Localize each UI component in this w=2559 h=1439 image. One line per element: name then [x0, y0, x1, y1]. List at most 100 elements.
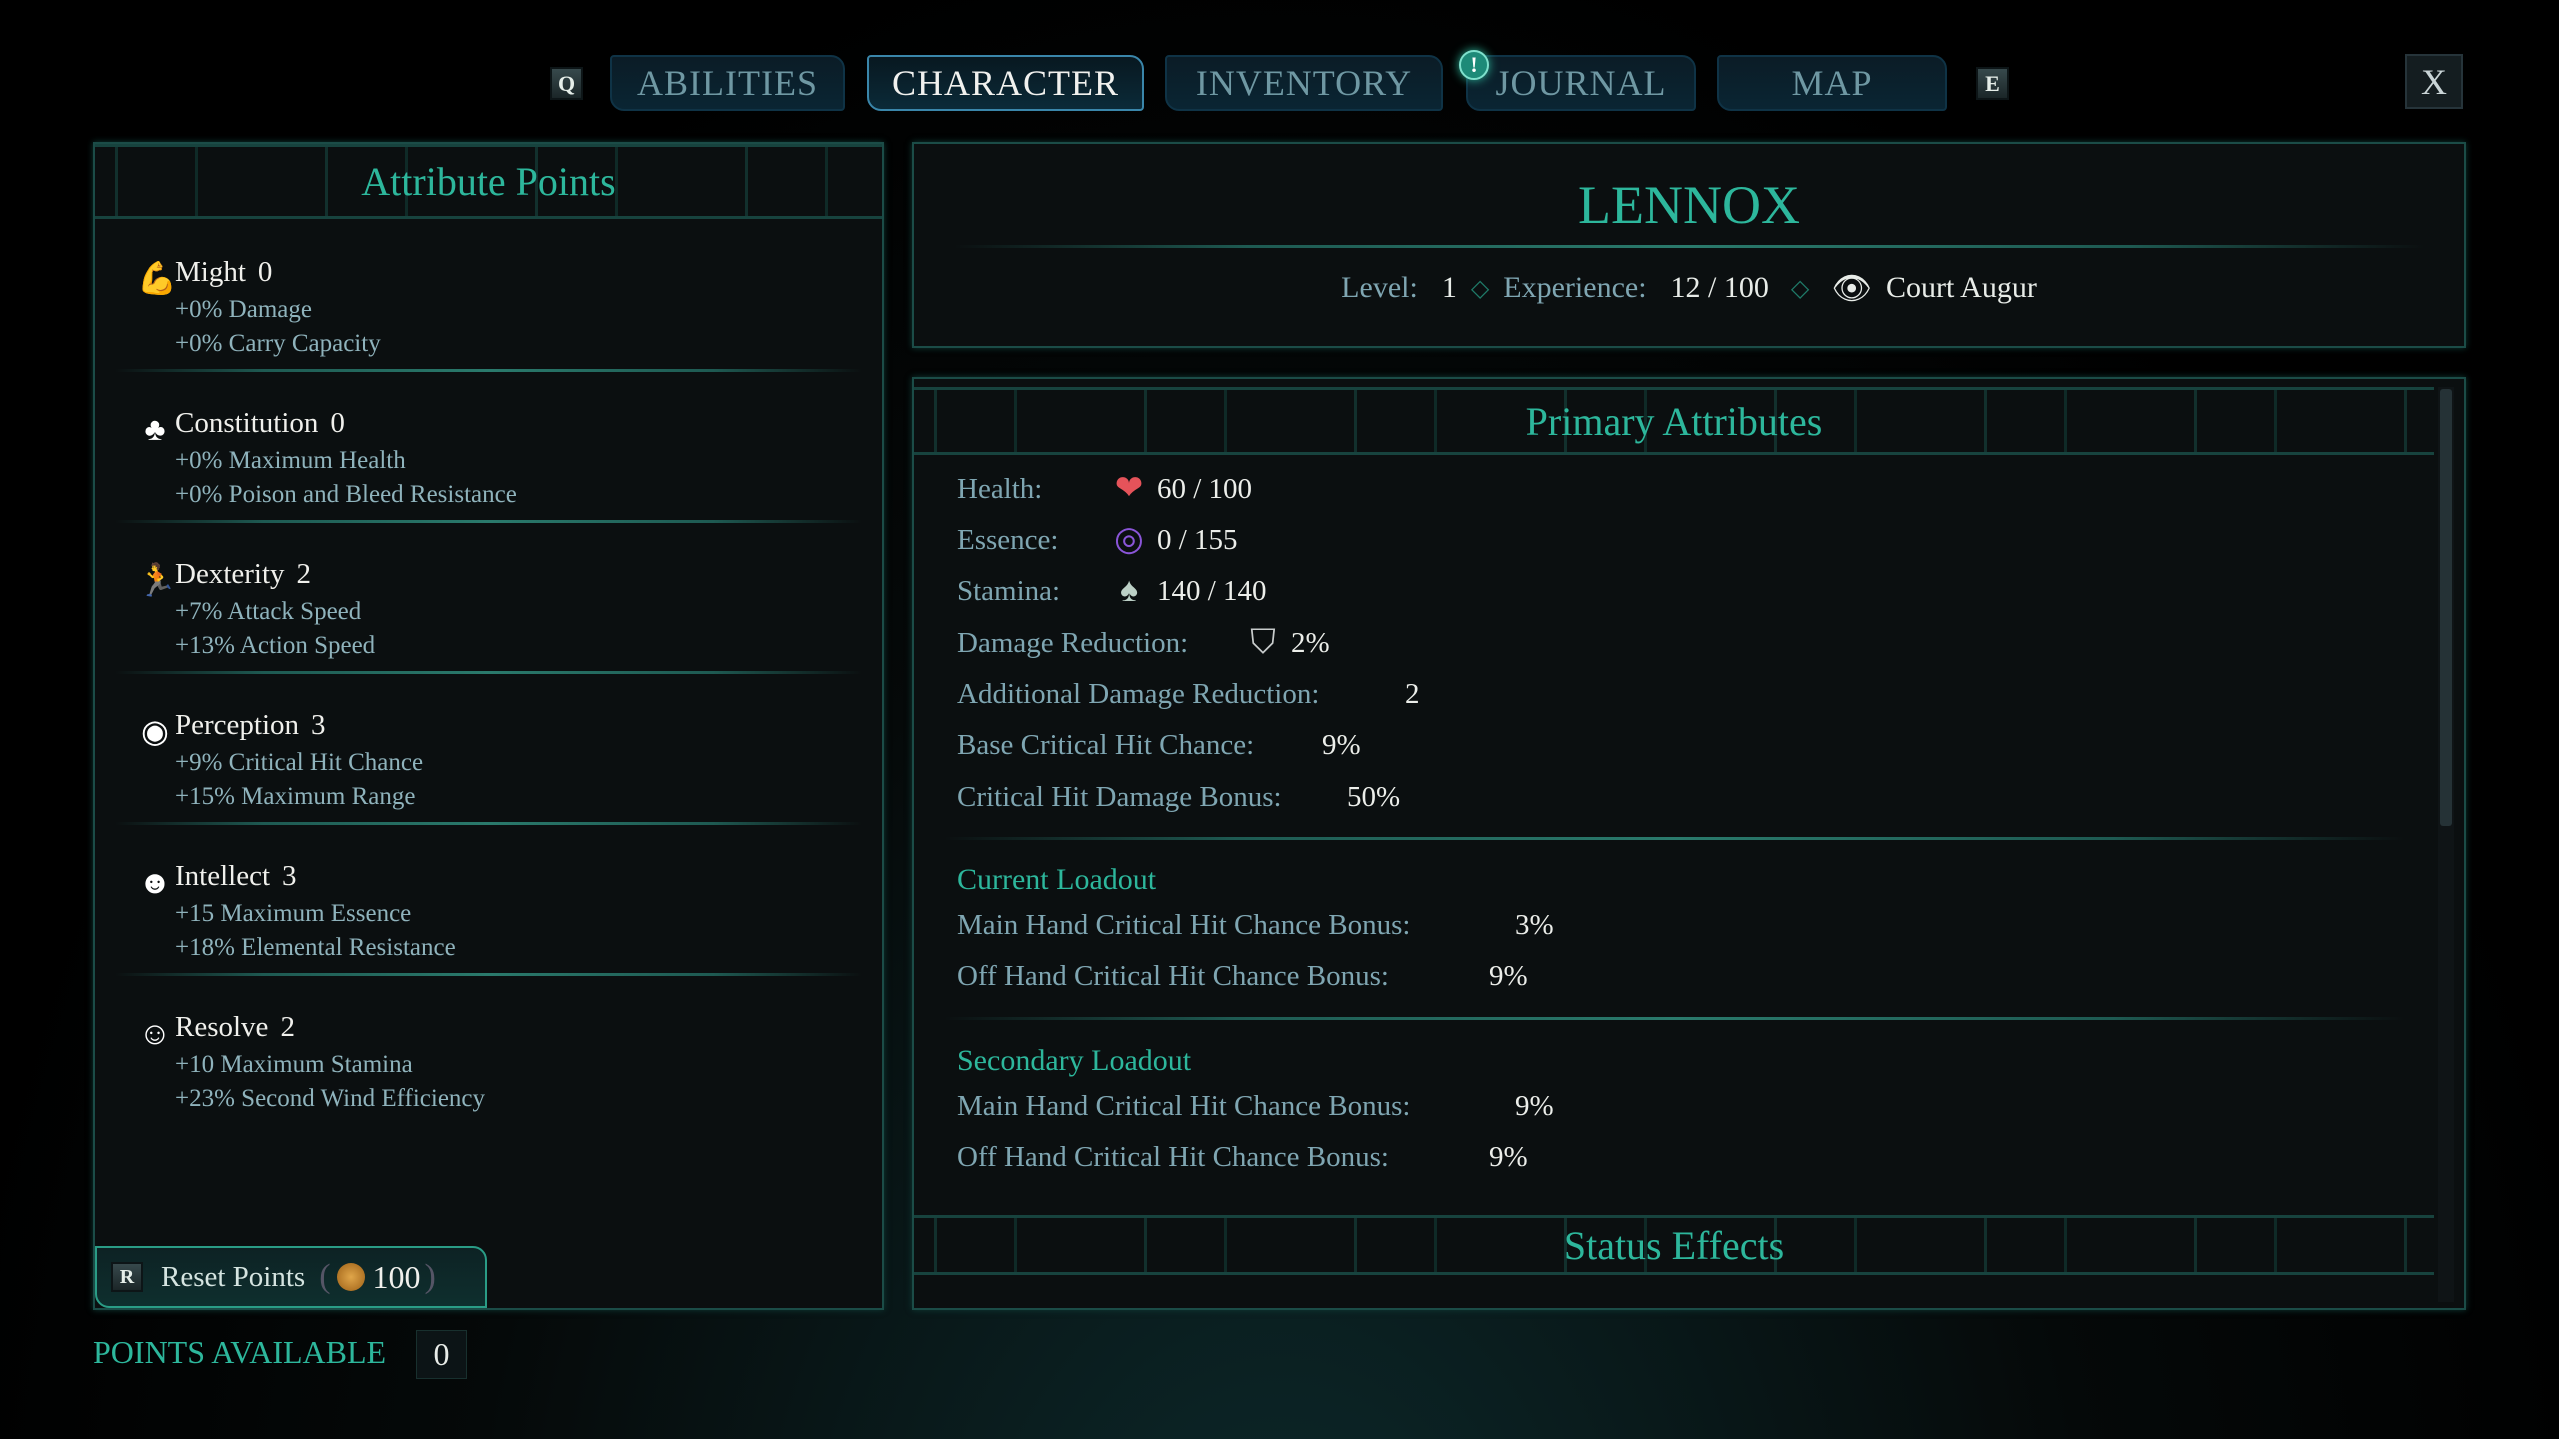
attribute-intellect[interactable]: ☻ Intellect 3 +15 Maximum Essence +18% El… — [95, 860, 882, 1011]
current-off-hand-label: Off Hand Critical Hit Chance Bonus: — [957, 960, 1389, 992]
lungs-icon: ♠ — [1119, 572, 1139, 609]
current-loadout-title: Current Loadout — [957, 863, 1157, 896]
current-main-hand-label: Main Hand Critical Hit Chance Bonus: — [957, 909, 1411, 941]
next-tab-key[interactable]: E — [1976, 67, 2009, 100]
eye-icon: ◉ — [141, 713, 169, 749]
divider — [954, 245, 2424, 248]
reset-points-button[interactable]: R Reset Points ( 100 ) — [95, 1246, 487, 1308]
attribute-bonus: +0% Poison and Bleed Resistance — [175, 481, 517, 508]
essence-swirl-icon: ◎ — [1114, 521, 1144, 558]
attribute-might[interactable]: 💪 Might 0 +0% Damage +0% Carry Capacity — [95, 256, 882, 407]
coin-icon — [336, 1263, 365, 1291]
attribute-resolve[interactable]: ☺ Resolve 2 +10 Maximum Stamina +23% Seco… — [95, 1011, 882, 1162]
attribute-name: Dexterity 2 — [175, 558, 312, 590]
divider — [944, 1017, 2404, 1020]
tab-character[interactable]: CHARACTER — [867, 55, 1144, 111]
base-crit-chance-value: 9% — [1322, 729, 1361, 761]
attribute-bonus: +9% Critical Hit Chance — [175, 749, 424, 776]
points-available-value: 0 — [416, 1330, 467, 1379]
attribute-name: Resolve 2 — [175, 1011, 295, 1043]
divider — [115, 671, 862, 674]
character-name: LENNOX — [1578, 175, 1800, 235]
attribute-name: Constitution 0 — [175, 407, 345, 439]
crit-damage-bonus-value: 50% — [1347, 781, 1401, 813]
crit-damage-bonus-label: Critical Hit Damage Bonus: — [957, 781, 1282, 813]
panel-title: Attribute Points — [95, 144, 882, 219]
resolve-head-icon: ☺ — [138, 1015, 172, 1051]
heart-body-icon: ♣ — [144, 411, 166, 447]
attribute-bonus: +15 Maximum Essence — [175, 900, 412, 927]
divider — [115, 369, 862, 372]
additional-damage-reduction-label: Additional Damage Reduction: — [957, 678, 1320, 710]
primary-attributes-title: Primary Attributes — [914, 387, 2434, 455]
attribute-bonus: +0% Damage — [175, 296, 312, 323]
status-effects-title: Status Effects — [914, 1215, 2434, 1275]
attribute-value: 2 — [280, 1011, 295, 1043]
secondary-main-hand-label: Main Hand Critical Hit Chance Bonus: — [957, 1090, 1411, 1122]
secondary-off-hand-label: Off Hand Critical Hit Chance Bonus: — [957, 1141, 1389, 1173]
reset-key: R — [111, 1262, 143, 1292]
attribute-name: Intellect 3 — [175, 860, 297, 892]
divider — [115, 822, 862, 825]
divider — [115, 520, 862, 523]
damage-reduction-value: 2% — [1291, 627, 1330, 659]
attribute-bonus: +0% Maximum Health — [175, 447, 406, 474]
eye-orb-icon: 👁 — [1831, 270, 1872, 306]
heart-icon: ❤ — [1114, 470, 1144, 507]
attribute-bonus: +18% Elemental Resistance — [175, 934, 456, 961]
tab-map[interactable]: MAP — [1717, 55, 1947, 111]
attribute-value: 0 — [330, 407, 345, 439]
diamond-separator-icon: ◇ — [1790, 275, 1810, 302]
stamina-label: Stamina: — [957, 575, 1061, 607]
health-value: 60 / 100 — [1157, 473, 1253, 505]
attribute-value: 3 — [311, 709, 326, 741]
tab-journal[interactable]: JOURNAL — [1466, 55, 1696, 111]
additional-damage-reduction-value: 2 — [1405, 678, 1420, 710]
journal-alert-icon: ! — [1459, 50, 1489, 80]
points-available-label: POINTS AVAILABLE — [93, 1334, 387, 1370]
brain-head-icon: ☻ — [138, 864, 172, 900]
attribute-bonus: +23% Second Wind Efficiency — [175, 1085, 486, 1112]
flexed-arm-icon: 💪 — [137, 260, 177, 296]
attribute-name: Might 0 — [175, 256, 273, 288]
damage-reduction-label: Damage Reduction: — [957, 627, 1189, 659]
character-info-row: Level: 1 ◇ Experience: 12 / 100 ◇ 👁 Cour… — [914, 269, 2464, 307]
level-value: 1 — [1441, 271, 1457, 304]
divider — [944, 837, 2404, 840]
running-figure-icon: 🏃 — [137, 562, 177, 598]
attribute-value: 0 — [257, 256, 273, 288]
attribute-name: Perception 3 — [175, 709, 326, 741]
attribute-perception[interactable]: ◉ Perception 3 +9% Critical Hit Chance +1… — [95, 709, 882, 860]
current-main-hand-value: 3% — [1515, 909, 1554, 941]
attribute-bonus: +7% Attack Speed — [175, 598, 362, 625]
primary-attributes-panel: Primary Attributes Health: ❤ 60 / 100 Es… — [912, 377, 2466, 1310]
attribute-points-panel: Attribute Points 💪 Might 0 +0% Damage +0%… — [93, 142, 884, 1310]
divider — [115, 973, 862, 976]
attribute-dexterity[interactable]: 🏃 Dexterity 2 +7% Attack Speed +13% Actio… — [95, 558, 882, 709]
prev-tab-key[interactable]: Q — [550, 67, 583, 100]
tab-inventory[interactable]: INVENTORY — [1165, 55, 1443, 111]
attribute-value: 2 — [296, 558, 312, 590]
paren: ( — [319, 1258, 331, 1295]
attribute-constitution[interactable]: ♣ Constitution 0 +0% Maximum Health +0% P… — [95, 407, 882, 558]
current-off-hand-value: 9% — [1489, 960, 1528, 992]
character-header-panel: LENNOX Level: 1 ◇ Experience: 12 / 100 ◇… — [912, 142, 2466, 348]
level-label: Level: — [1341, 271, 1418, 304]
close-button[interactable]: X — [2405, 54, 2463, 109]
attribute-bonus: +15% Maximum Range — [175, 783, 416, 810]
experience-value: 12 / 100 — [1670, 271, 1769, 304]
secondary-loadout-title: Secondary Loadout — [957, 1044, 1192, 1077]
reset-cost: 100 — [372, 1258, 421, 1295]
class-name: Court Augur — [1885, 271, 2037, 304]
paren: ) — [424, 1258, 436, 1295]
secondary-main-hand-value: 9% — [1515, 1090, 1554, 1122]
essence-label: Essence: — [957, 524, 1059, 556]
attribute-bonus: +0% Carry Capacity — [175, 330, 381, 357]
secondary-off-hand-value: 9% — [1489, 1141, 1528, 1173]
essence-value: 0 / 155 — [1157, 524, 1238, 556]
shield-icon: ⛉ — [1250, 624, 1276, 661]
scrollbar-thumb[interactable] — [2440, 389, 2452, 826]
attribute-bonus: +13% Action Speed — [175, 632, 376, 659]
tab-abilities[interactable]: ABILITIES — [610, 55, 845, 111]
base-crit-chance-label: Base Critical Hit Chance: — [957, 729, 1255, 761]
